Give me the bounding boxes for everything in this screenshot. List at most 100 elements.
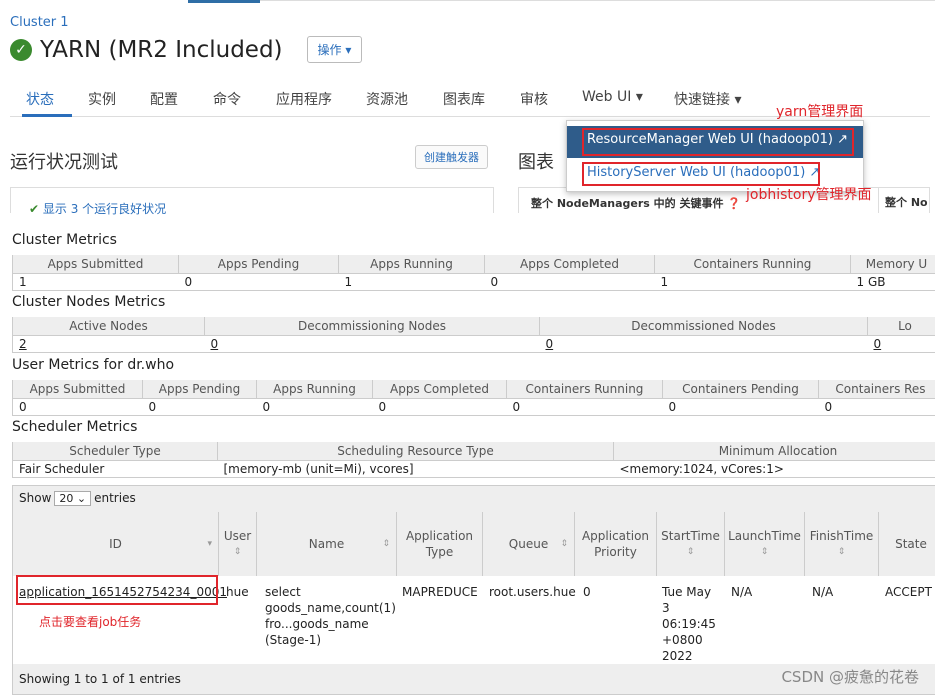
page-title: YARN (MR2 Included) — [40, 36, 283, 63]
app-finishtime: N/A — [812, 585, 834, 599]
col-header: Apps Running — [256, 380, 373, 399]
sort-icon: ⇕ — [560, 539, 568, 549]
col-header-launchtime[interactable]: LaunchTime ⇕ — [725, 512, 805, 576]
annotation-box-hs — [582, 162, 820, 186]
create-trigger-button[interactable]: 创建触发器 — [415, 145, 488, 169]
metric-value: 1 — [660, 274, 669, 289]
metric-value: 0 — [824, 399, 833, 414]
top-divider — [260, 0, 935, 1]
col-header: Apps Submitted — [12, 255, 179, 274]
col-header: Containers Res — [818, 380, 935, 399]
col-header: Containers Running — [506, 380, 663, 399]
metric-value: 0 — [512, 399, 521, 414]
cluster-nodes-metrics-heading: Cluster Nodes Metrics — [12, 294, 166, 310]
col-header-name[interactable]: Name ⇕ — [257, 512, 397, 576]
app-name: select goods_name,count(1) fro...goods_n… — [265, 585, 396, 647]
col-header: Apps Completed — [484, 255, 655, 274]
tab-resource-pools[interactable]: 资源池 — [366, 89, 408, 109]
tab-applications[interactable]: 应用程序 — [276, 89, 332, 109]
col-header-priority[interactable]: Application Priority — [575, 512, 657, 576]
tab-quick-links[interactable]: 快速链接 ▾ — [674, 89, 741, 109]
scheduler-metrics-heading: Scheduler Metrics — [12, 419, 138, 435]
col-header: Apps Submitted — [12, 380, 143, 399]
active-nodes-link[interactable]: 2 — [13, 335, 205, 352]
app-starttime: Tue May 3 06:19:45 +0800 2022 — [662, 585, 716, 663]
tab-audit[interactable]: 审核 — [520, 89, 548, 109]
page-length-control: Show 20 ⌄ entries — [13, 486, 935, 512]
health-summary[interactable]: ✔ 显示 3 个运行良好状况 — [10, 187, 494, 216]
app-queue: root.users.hue — [489, 585, 576, 599]
applications-table: Show 20 ⌄ entries ID ▾ User ⇕ Name ⇕ Applicat… — [12, 485, 935, 695]
metric-value: 1 GB — [856, 274, 886, 289]
app-state: ACCEPT — [885, 585, 932, 599]
tab-instances[interactable]: 实例 — [88, 89, 116, 109]
metric-value: 0 — [378, 399, 387, 414]
cluster-metrics-table: Apps Submitted Apps Pending Apps Running… — [12, 255, 935, 291]
breadcrumb-cluster[interactable]: Cluster 1 — [10, 15, 69, 30]
col-header: Decommissioning Nodes — [204, 317, 540, 336]
decommissioned-nodes-link[interactable]: 0 — [540, 335, 868, 352]
metric-value: 0 — [184, 274, 193, 289]
tab-config[interactable]: 配置 — [150, 89, 178, 109]
lost-nodes-link[interactable]: 0 — [868, 335, 935, 352]
metric-value: 1 — [344, 274, 353, 289]
top-accent-line — [188, 0, 260, 3]
applications-header: ID ▾ User ⇕ Name ⇕ Application Type Queue ⇕ … — [13, 512, 935, 576]
decommissioning-nodes-link[interactable]: 0 — [205, 335, 540, 352]
help-icon[interactable]: ❓ — [727, 197, 741, 210]
col-header: Apps Pending — [178, 255, 339, 274]
col-header: Containers Pending — [662, 380, 819, 399]
col-header-queue[interactable]: Queue ⇕ — [483, 512, 575, 576]
scheduler-metrics-table: Scheduler Type Scheduling Resource Type … — [12, 442, 935, 478]
sort-icon: ⇕ — [837, 547, 846, 557]
check-circle-icon: ✓ — [10, 38, 32, 61]
tab-web-ui[interactable]: Web UI ▾ — [582, 89, 643, 105]
active-tab-indicator — [22, 114, 72, 117]
page-length-select[interactable]: 20 ⌄ — [54, 491, 92, 506]
col-header: Scheduling Resource Type — [217, 442, 614, 461]
metric-value: 1 — [19, 274, 27, 289]
app-launchtime: N/A — [731, 585, 753, 599]
actions-button[interactable]: 操作 ▾ — [306, 36, 363, 63]
tab-charts-library[interactable]: 图表库 — [443, 89, 485, 109]
sort-icon: ⇕ — [382, 539, 390, 549]
scheduler-value: [memory-mb (unit=Mi), vcores] — [223, 461, 414, 476]
scheduler-value: <memory:1024, vCores:1> — [619, 461, 784, 476]
col-header-application-type[interactable]: Application Type — [397, 512, 483, 576]
sort-icon: ⇕ — [686, 547, 695, 557]
col-header-id[interactable]: ID ▾ — [13, 512, 219, 576]
app-priority: 0 — [583, 585, 591, 599]
app-user: hue — [226, 585, 249, 599]
caret-down-icon: ▾ — [345, 43, 352, 57]
sort-icon: ▾ — [207, 539, 212, 549]
col-header: Active Nodes — [12, 317, 205, 336]
metric-value: 0 — [19, 399, 27, 414]
col-header-finishtime[interactable]: FinishTime ⇕ — [805, 512, 879, 576]
col-header: Scheduler Type — [12, 442, 218, 461]
health-tests-heading: 运行状况测试 — [10, 152, 118, 173]
user-metrics-table: Apps Submitted Apps Pending Apps Running… — [12, 380, 935, 416]
tab-status[interactable]: 状态 — [26, 89, 54, 109]
col-header: Memory U — [850, 255, 935, 274]
col-header-starttime[interactable]: StartTime ⇕ — [657, 512, 725, 576]
col-header: Apps Running — [338, 255, 485, 274]
metric-value: 0 — [668, 399, 677, 414]
col-header-state[interactable]: State — [879, 512, 935, 576]
title-bar: ✓ YARN (MR2 Included) 操作 ▾ — [10, 36, 363, 63]
annotation-jobhistory: jobhistory管理界面 — [746, 187, 872, 203]
metric-value: 0 — [262, 399, 271, 414]
col-header: Apps Pending — [142, 380, 257, 399]
caret-down-icon: ▾ — [635, 89, 643, 105]
metric-value: 0 — [148, 399, 157, 414]
col-header: Decommissioned Nodes — [539, 317, 868, 336]
cluster-metrics-heading: Cluster Metrics — [12, 232, 117, 248]
check-circle-icon: ✔ — [29, 202, 40, 216]
app-type: MAPREDUCE — [402, 585, 478, 599]
tab-commands[interactable]: 命令 — [213, 89, 241, 109]
caret-down-icon: ▾ — [734, 92, 742, 108]
watermark: CSDN @疲惫的花卷 — [781, 668, 919, 686]
annotation-click: 点击要查看job任务 — [39, 615, 142, 629]
col-header-user[interactable]: User ⇕ — [219, 512, 257, 576]
col-header: Lo — [867, 317, 935, 336]
sort-icon: ⇕ — [233, 547, 242, 557]
